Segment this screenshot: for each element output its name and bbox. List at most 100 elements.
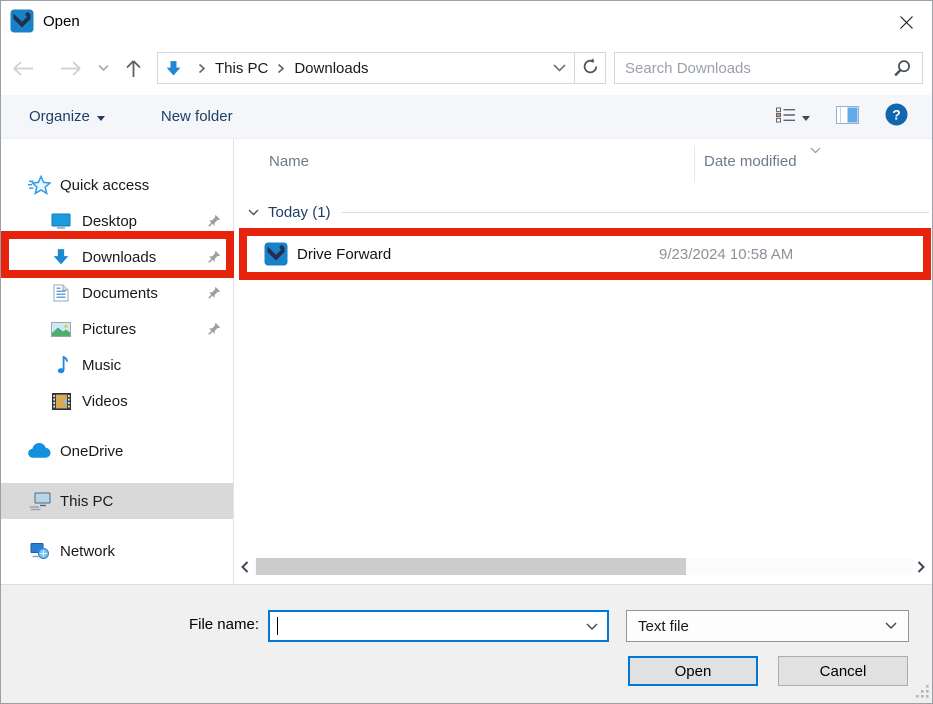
text-caret — [277, 617, 278, 635]
scroll-left-icon[interactable] — [237, 558, 253, 575]
group-header-today: Today (1) — [234, 198, 932, 226]
pin-icon — [208, 214, 221, 228]
sidebar-item-quick-access[interactable]: Quick access — [1, 167, 233, 203]
file-type-value: Text file — [638, 618, 689, 635]
organize-button[interactable]: Organize — [29, 108, 105, 125]
sidebar-item-videos[interactable]: Videos — [1, 383, 233, 419]
horizontal-scrollbar[interactable] — [237, 558, 929, 575]
music-note-icon — [49, 355, 73, 375]
search-box — [614, 52, 923, 84]
new-folder-label: New folder — [161, 108, 233, 125]
sidebar-item-label: Downloads — [82, 249, 156, 266]
sidebar-item-onedrive[interactable]: OneDrive — [1, 433, 233, 469]
column-header-date-modified[interactable]: Date modified — [704, 153, 797, 170]
sidebar-item-desktop[interactable]: Desktop — [1, 203, 233, 239]
open-dialog-window: Open This PC Downl — [0, 0, 933, 704]
sidebar-item-music[interactable]: Music — [1, 347, 233, 383]
list-view-icon — [776, 107, 796, 127]
sidebar-item-pictures[interactable]: Pictures — [1, 311, 233, 347]
this-pc-monitor-icon — [27, 492, 51, 511]
open-button-label: Open — [675, 663, 712, 680]
preview-pane-icon[interactable] — [836, 106, 859, 128]
sidebar-item-downloads[interactable]: Downloads — [1, 239, 233, 275]
dialog-footer: File name: Text file Open Cancel — [1, 584, 932, 704]
sidebar-item-label: OneDrive — [60, 443, 123, 460]
column-headers: Name Date modified — [234, 139, 932, 184]
pictures-icon — [49, 322, 73, 337]
scrollbar-thumb[interactable] — [256, 558, 686, 575]
forward-icon[interactable] — [58, 60, 83, 77]
file-name-combobox — [268, 610, 609, 642]
downloads-icon — [49, 248, 73, 266]
column-header-name[interactable]: Name — [269, 153, 309, 170]
cancel-button[interactable]: Cancel — [778, 656, 908, 686]
breadcrumb-downloads[interactable]: Downloads — [294, 60, 368, 77]
navigation-bar: This PC Downloads — [1, 41, 932, 95]
file-name-label: File name: — [1, 616, 259, 633]
title-bar: Open — [1, 1, 932, 41]
pin-icon — [208, 250, 221, 264]
sort-indicator-chevron-icon — [810, 141, 821, 158]
help-icon[interactable]: ? — [885, 103, 908, 130]
downloads-folder-icon — [165, 60, 182, 77]
sidebar-item-this-pc[interactable]: This PC — [1, 483, 233, 519]
sidebar-item-label: Desktop — [82, 213, 137, 230]
column-divider[interactable] — [694, 146, 695, 182]
file-list-area: Name Date modified Today (1) — [234, 139, 932, 584]
sidebar-item-label: Quick access — [60, 177, 149, 194]
open-button[interactable]: Open — [628, 656, 758, 686]
view-mode-caret-icon — [802, 108, 810, 125]
file-name-input[interactable] — [270, 612, 607, 640]
up-icon[interactable] — [125, 58, 142, 79]
address-bar[interactable]: This PC Downloads — [157, 52, 575, 84]
desktop-icon — [49, 213, 73, 229]
sidebar-item-documents[interactable]: Documents — [1, 275, 233, 311]
drive-forward-app-icon — [264, 242, 288, 266]
resize-grip[interactable] — [916, 685, 929, 702]
documents-icon — [49, 284, 73, 302]
breadcrumb-separator-icon — [277, 63, 285, 74]
sidebar-item-label: Pictures — [82, 321, 136, 338]
breadcrumb-this-pc[interactable]: This PC — [215, 60, 268, 77]
onedrive-cloud-icon — [27, 443, 51, 459]
sidebar-item-label: Music — [82, 357, 121, 374]
address-dropdown-chevron-icon[interactable] — [553, 64, 566, 72]
group-divider-line — [342, 212, 929, 213]
scroll-right-icon[interactable] — [913, 558, 929, 575]
group-label[interactable]: Today (1) — [268, 204, 331, 221]
cancel-button-label: Cancel — [820, 663, 867, 680]
sidebar-item-label: Documents — [82, 285, 158, 302]
back-icon[interactable] — [11, 60, 36, 77]
sidebar-item-network[interactable]: Network — [1, 533, 233, 569]
file-row-drive-forward[interactable]: Drive Forward 9/23/2024 10:58 AM — [234, 234, 932, 274]
refresh-button[interactable] — [575, 52, 606, 84]
sidebar-item-label: Videos — [82, 393, 128, 410]
app-icon — [10, 9, 34, 33]
toolbar-right-group: ? — [776, 103, 908, 130]
command-toolbar: Organize New folder — [1, 95, 932, 139]
file-type-chevron-icon — [885, 622, 897, 630]
navigation-sidebar: Quick access Desktop Downloads — [1, 139, 234, 584]
file-date-modified-text: 9/23/2024 10:58 AM — [659, 246, 793, 263]
file-name-dropdown-chevron-icon[interactable] — [586, 623, 598, 631]
videos-film-icon — [49, 393, 73, 410]
breadcrumb-separator-icon — [198, 63, 206, 74]
recent-locations-chevron-icon[interactable] — [98, 64, 109, 72]
pin-icon — [208, 322, 221, 336]
close-icon[interactable] — [892, 11, 920, 33]
sidebar-item-label: Network — [60, 543, 115, 560]
svg-text:?: ? — [892, 107, 901, 123]
quick-access-star-icon — [27, 175, 51, 195]
new-folder-button[interactable]: New folder — [161, 108, 233, 125]
main-area: Quick access Desktop Downloads — [1, 139, 932, 584]
view-mode-button[interactable] — [776, 107, 810, 127]
sidebar-item-label: This PC — [60, 493, 113, 510]
file-name-text: Drive Forward — [297, 246, 391, 263]
organize-label: Organize — [29, 108, 90, 125]
scrollbar-track[interactable] — [253, 558, 913, 575]
search-icon[interactable] — [893, 59, 912, 78]
file-type-select[interactable]: Text file — [626, 610, 909, 642]
search-input[interactable] — [625, 60, 887, 77]
group-collapse-chevron-icon[interactable] — [248, 209, 259, 216]
refresh-icon — [581, 57, 600, 80]
